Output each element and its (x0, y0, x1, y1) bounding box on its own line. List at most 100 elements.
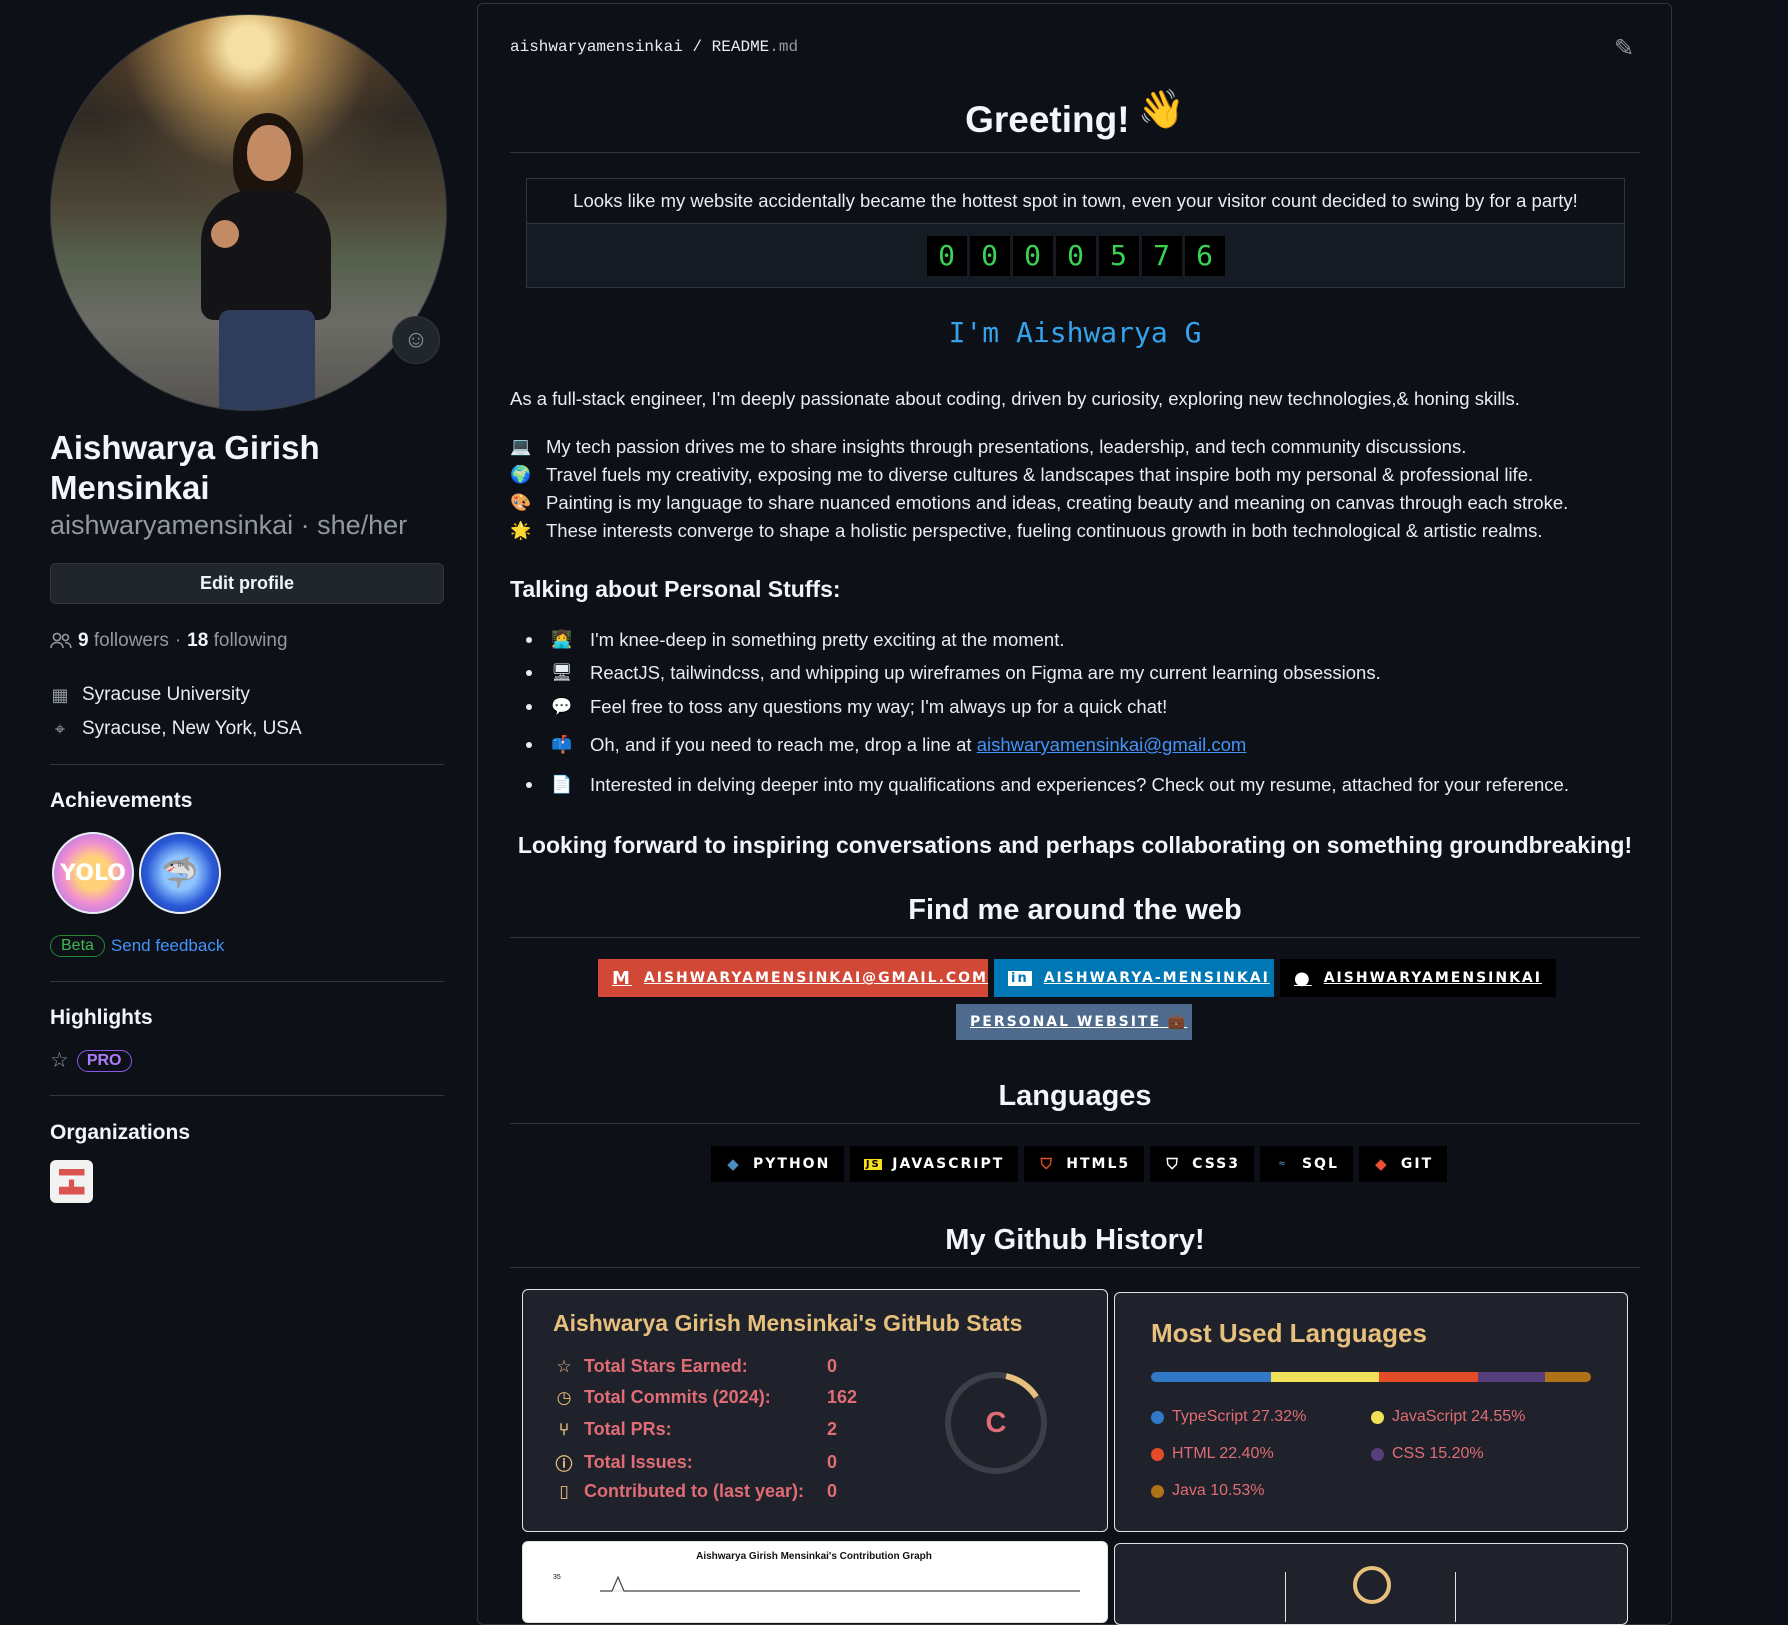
gmail-icon: M (612, 967, 632, 989)
stat-value: 2 (827, 1419, 838, 1439)
followers-label: followers (93, 630, 169, 651)
organization-text: Syracuse University (82, 684, 250, 705)
stat-label: Total Commits (2024): (584, 1387, 771, 1407)
gmail-badge-link[interactable]: M AISHWARYAMENSINKAI@GMAIL.COM (598, 959, 988, 997)
streak-divider (1285, 1572, 1286, 1622)
legend-label: JavaScript 24.55% (1392, 1408, 1526, 1425)
personal-website-badge-link[interactable]: PERSONAL WEBSITE 💼 (956, 1004, 1192, 1040)
send-feedback-link[interactable]: Send feedback (111, 936, 224, 956)
contribution-y-tick: 35 (553, 1574, 561, 1581)
profile-location: ⌖ Syracuse, New York, USA (50, 718, 302, 740)
contribution-graph-line (600, 1575, 1080, 1592)
language-bar-segment (1477, 1372, 1545, 1382)
profile-avatar[interactable] (50, 14, 447, 411)
set-status-button[interactable]: ☺ (392, 316, 440, 364)
visitor-counter: 0000576 (926, 235, 1225, 276)
smiley-icon: ☺ (403, 326, 429, 353)
path-file-link[interactable]: README (712, 38, 770, 56)
organization-avatar[interactable] (50, 1160, 93, 1203)
legend-swatch (1151, 1484, 1164, 1498)
language-bar-segment (1379, 1372, 1478, 1382)
laptop-icon: 💻 (510, 437, 532, 457)
stat-label: Total Stars Earned: (584, 1356, 748, 1376)
linkedin-icon: in (1008, 970, 1032, 986)
counter-digit: 0 (926, 235, 967, 276)
gmail-badge-text: AISHWARYAMENSINKAI@GMAIL.COM (643, 970, 988, 986)
achievement-badge-yolo[interactable]: YOLO (52, 832, 134, 914)
achievement-badge-shark[interactable]: 🦈 (139, 832, 221, 914)
python-badge: ◆ PYTHON (711, 1146, 845, 1182)
github-history-heading: My Github History! (510, 1224, 1640, 1268)
linkedin-badge-text: AISHWARYA-MENSINKAI (1043, 970, 1270, 986)
edit-profile-button[interactable]: Edit profile (50, 563, 444, 604)
python-badge-text: PYTHON (753, 1156, 831, 1172)
legend-swatch (1371, 1447, 1384, 1461)
stat-row-prs: ⑂ Total PRs: 2 (553, 1419, 837, 1440)
github-stats-title: Aishwarya Girish Mensinkai's GitHub Stat… (553, 1310, 1023, 1336)
stat-label: Contributed to (last year): (584, 1481, 805, 1501)
email-link[interactable]: aishwaryamensinkai@gmail.com (977, 734, 1247, 756)
org-logo-icon (58, 1168, 85, 1195)
passion-text: My tech passion drives me to share insig… (546, 436, 1467, 457)
path-owner-link[interactable]: aishwaryamensinkai (510, 38, 683, 56)
following-count: 18 (187, 630, 209, 651)
people-icon (50, 632, 72, 649)
html5-badge: ⛉ HTML5 (1024, 1146, 1145, 1182)
stat-value: 0 (827, 1452, 838, 1472)
legend-item-typescript: TypeScript 27.32% (1151, 1408, 1306, 1426)
beta-badge: Beta (50, 935, 105, 957)
organizations-heading: Organizations (50, 1121, 191, 1144)
waving-hand-icon: 👋 (1137, 89, 1185, 131)
language-bar-segment (1271, 1372, 1380, 1382)
list-item-text: I'm knee-deep in something pretty exciti… (590, 629, 1065, 650)
yolo-badge-text: YOLO (60, 860, 126, 886)
github-badge-link[interactable]: ● AISHWARYAMENSINKAI (1280, 959, 1556, 997)
followers-count: 9 (78, 630, 89, 651)
language-badges-row: ◆ PYTHON JS JAVASCRIPT ⛉ HTML5 ⛉ CSS3 ≈ SQL ◆… (711, 1146, 1448, 1182)
looking-forward-text: Looking forward to inspiring conversatio… (517, 832, 1633, 858)
pencil-icon[interactable]: ✎ (1614, 34, 1634, 63)
javascript-badge-text: JAVASCRIPT (892, 1156, 1005, 1172)
readme-file-path: aishwaryamensinkai / README.md (510, 38, 798, 56)
javascript-icon: JS (864, 1158, 883, 1170)
pull-request-icon: ⑂ (558, 1419, 570, 1439)
fire-icon (1353, 1566, 1391, 1604)
list-item-text: ReactJS, tailwindcss, and whipping up wi… (590, 662, 1381, 683)
pro-badge[interactable]: PRO (76, 1049, 132, 1072)
profile-organization: ▦ Syracuse University (50, 684, 250, 706)
counter-digit: 0 (1055, 235, 1096, 276)
followers-link[interactable]: 9 followers (78, 630, 169, 652)
mysql-icon: ≈ (1278, 1159, 1288, 1169)
javascript-badge: JS JAVASCRIPT (850, 1146, 1019, 1182)
top-languages-title: Most Used Languages (1151, 1318, 1427, 1348)
github-badge-text: AISHWARYAMENSINKAI (1323, 970, 1542, 986)
highlights-heading: Highlights (50, 1006, 153, 1029)
list-item: 💬 Feel free to toss any questions my way;… (526, 695, 1167, 719)
bullet-dot (526, 670, 532, 676)
path-separator: / (692, 38, 703, 56)
avatar-hand (211, 220, 239, 248)
list-item: 📄 Interested in delving deeper into my qu… (526, 773, 1569, 797)
bullet-dot (526, 782, 532, 788)
stat-row-contributed: ▯ Contributed to (last year): 0 (553, 1481, 837, 1502)
legend-label: TypeScript 27.32% (1172, 1408, 1307, 1425)
location-text: Syracuse, New York, USA (82, 718, 302, 739)
legend-item-css: CSS 15.20% (1371, 1445, 1484, 1463)
profile-full-name: Aishwarya Girish Mensinkai (50, 429, 320, 506)
linkedin-badge-link[interactable]: in AISHWARYA-MENSINKAI (994, 959, 1274, 997)
avatar-legs (219, 310, 315, 410)
passion-line: 🌟 These interests converge to shape a hol… (510, 520, 1542, 542)
counter-digit: 0 (1012, 235, 1053, 276)
counter-digit: 7 (1141, 235, 1182, 276)
list-item: 👩‍💻 I'm knee-deep in something pretty exc… (526, 628, 1065, 652)
counter-digit: 6 (1184, 235, 1225, 276)
list-item-text: Feel free to toss any questions my way; … (590, 696, 1168, 717)
streak-divider (1455, 1572, 1456, 1622)
follow-stats: 9 followers · 18 following (50, 630, 288, 652)
legend-item-javascript: JavaScript 24.55% (1371, 1408, 1525, 1426)
css3-badge-text: CSS3 (1192, 1156, 1240, 1172)
stat-value: 0 (827, 1481, 838, 1501)
achievements-heading: Achievements (50, 789, 193, 812)
following-link[interactable]: 18 following (187, 630, 287, 652)
passion-line: 💻 My tech passion drives me to share insi… (510, 436, 1466, 458)
